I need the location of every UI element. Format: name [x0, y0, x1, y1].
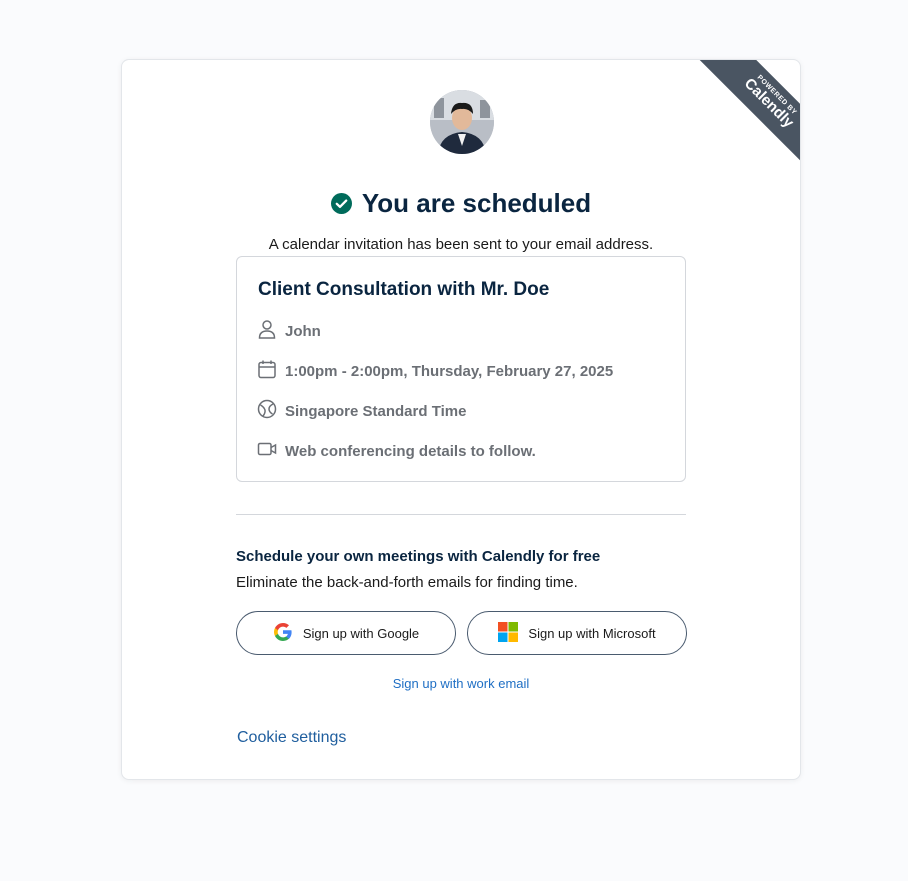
event-timezone: Singapore Standard Time: [285, 402, 467, 420]
cookie-settings-link[interactable]: Cookie settings: [237, 729, 346, 747]
event-host-row: John: [257, 319, 321, 343]
sign-up-microsoft-label: Sign up with Microsoft: [528, 625, 656, 641]
sign-up-work-email-link[interactable]: Sign up with work email: [122, 676, 800, 691]
event-location-row: Web conferencing details to follow.: [257, 439, 536, 463]
microsoft-icon: [498, 621, 528, 645]
promo-text: Eliminate the back-and-forth emails for …: [236, 574, 578, 591]
confirmation-card: POWERED BY Calendly You are scheduled A …: [121, 59, 801, 780]
globe-icon: [257, 399, 285, 423]
google-icon: [273, 622, 303, 645]
event-title: Client Consultation with Mr. Doe: [258, 279, 550, 300]
event-timezone-row: Singapore Standard Time: [257, 399, 466, 423]
avatar: [430, 90, 494, 154]
event-host: John: [285, 322, 321, 340]
event-details-box: Client Consultation with Mr. Doe John 1:…: [236, 256, 686, 482]
sign-up-microsoft-button[interactable]: Sign up with Microsoft: [467, 611, 687, 655]
powered-by-ribbon[interactable]: POWERED BY Calendly: [690, 60, 800, 170]
video-icon: [257, 439, 285, 463]
section-divider: [236, 514, 686, 515]
person-icon: [257, 319, 285, 343]
calendar-icon: [257, 359, 285, 383]
promo-title: Schedule your own meetings with Calendly…: [236, 548, 601, 565]
page-title: You are scheduled: [361, 188, 592, 218]
check-circle-icon: [330, 190, 352, 221]
calendly-brand: Calendly: [740, 74, 798, 132]
confirmation-subtitle: A calendar invitation has been sent to y…: [268, 236, 654, 253]
event-datetime-row: 1:00pm - 2:00pm, Thursday, February 27, …: [257, 359, 613, 383]
sign-up-google-button[interactable]: Sign up with Google: [236, 611, 456, 655]
page-title-row: You are scheduled: [122, 188, 800, 221]
event-datetime: 1:00pm - 2:00pm, Thursday, February 27, …: [285, 362, 614, 380]
sign-up-google-label: Sign up with Google: [302, 625, 420, 641]
event-location: Web conferencing details to follow.: [285, 442, 536, 460]
